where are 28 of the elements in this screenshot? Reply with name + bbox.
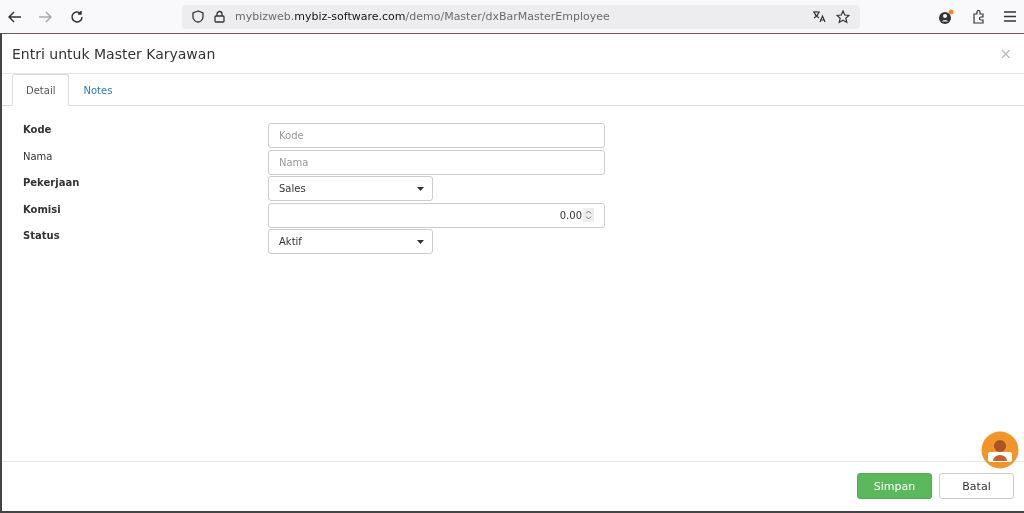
caret-icon [417, 186, 424, 191]
url-text: mybizweb.mybiz-software.com/demo/Master/dxBarMasterEmployee [235, 10, 610, 23]
field-label: Kode [23, 123, 53, 135]
field-label: Pekerjaan [23, 176, 81, 188]
address-bar[interactable]: mybizweb.mybiz-software.com/demo/Master/dxBarMasterEmployee [182, 4, 860, 29]
text-field[interactable]: Nama [268, 149, 605, 175]
back-icon[interactable] [8, 9, 22, 24]
translate-icon[interactable] [812, 10, 826, 23]
shield-icon [192, 10, 204, 23]
dropdown[interactable]: Aktif [268, 229, 433, 254]
dropdown[interactable]: Sales [268, 176, 433, 201]
caret-icon [417, 239, 424, 244]
extensions-icon[interactable] [972, 9, 986, 24]
lock-icon [214, 10, 225, 23]
field-label: Nama [23, 149, 54, 162]
text-field[interactable]: Kode [268, 123, 605, 148]
menu-icon[interactable] [1004, 11, 1016, 22]
field-label: Komisi [23, 202, 62, 215]
field-label: Status [23, 229, 61, 241]
tab[interactable]: Detail [12, 74, 70, 106]
cancel-button[interactable]: Batal [939, 473, 1014, 499]
reload-icon[interactable] [70, 9, 84, 24]
chat-assistant-icon[interactable] [981, 431, 1019, 469]
number-field[interactable]: 0.00 [268, 202, 605, 228]
star-icon[interactable] [836, 9, 850, 24]
tab[interactable]: Notes [69, 74, 127, 106]
account-icon[interactable] [938, 8, 954, 25]
dialog-title: Entri untuk Master Karyawan [12, 45, 216, 62]
